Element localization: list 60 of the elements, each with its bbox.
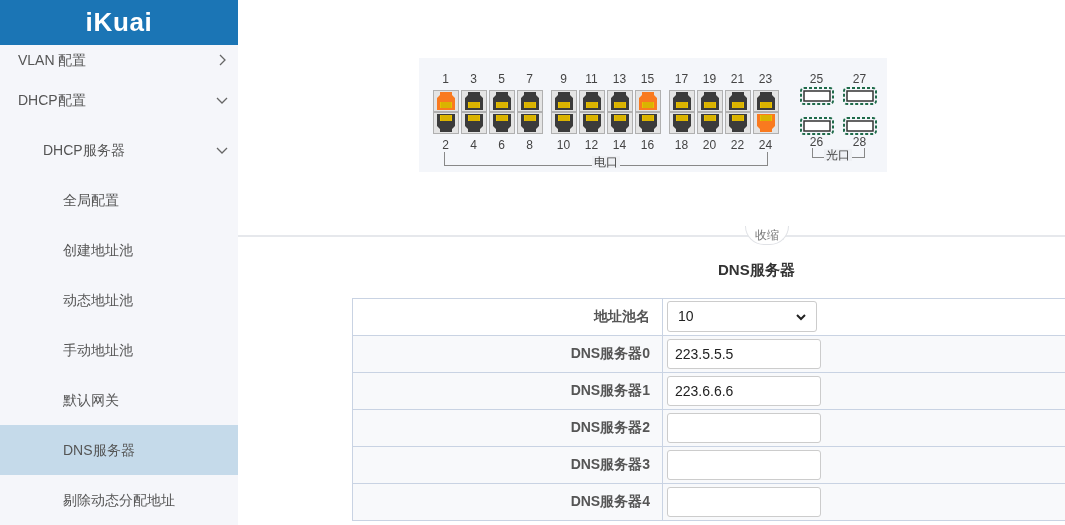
optical-port-icon: [842, 87, 877, 105]
port-number: 3: [469, 73, 478, 85]
port-number: 18: [673, 139, 690, 151]
field-label: DNS服务器2: [353, 409, 663, 446]
port-number: 15: [639, 73, 656, 85]
port-number: 23: [757, 73, 774, 85]
port-number: 2: [441, 139, 450, 151]
port-number: 25: [809, 73, 824, 85]
port-number: 4: [469, 139, 478, 151]
port-number: 28: [852, 136, 867, 148]
pool-select[interactable]: 10: [667, 301, 817, 332]
field-label: DNS服务器4: [353, 483, 663, 520]
optical-port-icon: [842, 117, 877, 135]
sidebar-item[interactable]: VLAN 配置: [0, 45, 238, 75]
port-number: 19: [701, 73, 718, 85]
dns-input-field[interactable]: [667, 412, 821, 443]
optical-port-icon: [799, 87, 834, 105]
dns-input-field[interactable]: [667, 449, 821, 480]
dns-input-field[interactable]: 223.5.5.5: [667, 338, 821, 369]
sidebar-item[interactable]: 手动地址池: [0, 325, 238, 375]
dns-input-field[interactable]: 223.6.6.6: [667, 375, 821, 406]
port-number: 11: [584, 73, 599, 85]
port-number: 14: [611, 139, 628, 151]
dns-input-field[interactable]: [667, 486, 821, 517]
port-number: 6: [497, 139, 506, 151]
port-number: 10: [555, 139, 572, 151]
form-title: DNS服务器: [718, 260, 795, 280]
port-number: 27: [852, 73, 867, 85]
port-number: 1: [441, 73, 450, 85]
caret-icon: [796, 312, 806, 321]
port-number: 17: [673, 73, 690, 85]
port-number: 24: [757, 139, 774, 151]
port-number: 12: [583, 139, 600, 151]
port-number: 21: [729, 73, 746, 85]
port-group-label: 电口: [591, 156, 620, 168]
collapse-button[interactable]: 收缩: [745, 226, 789, 245]
sidebar-item[interactable]: 默认网关: [0, 375, 238, 425]
sidebar-item[interactable]: 创建地址池: [0, 225, 238, 275]
port-number: 7: [525, 73, 534, 85]
sidebar-item[interactable]: 动态地址池: [0, 275, 238, 325]
sidebar-item[interactable]: DHCP服务器: [0, 125, 238, 175]
logo: iKuai: [85, 6, 153, 39]
port-number: 26: [809, 136, 824, 148]
port-number: 20: [701, 139, 718, 151]
port-number: 16: [639, 139, 656, 151]
port-number: 5: [497, 73, 506, 85]
field-label: 地址池名: [353, 298, 663, 335]
port-number: 9: [559, 73, 568, 85]
sidebar-item[interactable]: 剔除动态分配地址: [0, 475, 238, 525]
optical-port-icon: [799, 117, 834, 135]
port-number: 22: [729, 139, 746, 151]
field-label: DNS服务器0: [353, 335, 663, 372]
port-number: 13: [611, 73, 628, 85]
sidebar-item[interactable]: DHCP配置: [0, 75, 238, 125]
sidebar-item[interactable]: DNS服务器: [0, 425, 238, 475]
field-label: DNS服务器3: [353, 446, 663, 483]
field-label: DNS服务器1: [353, 372, 663, 409]
port-group-label: 光口: [824, 149, 852, 161]
sidebar-item[interactable]: 全局配置: [0, 175, 238, 225]
port-number: 8: [525, 139, 534, 151]
